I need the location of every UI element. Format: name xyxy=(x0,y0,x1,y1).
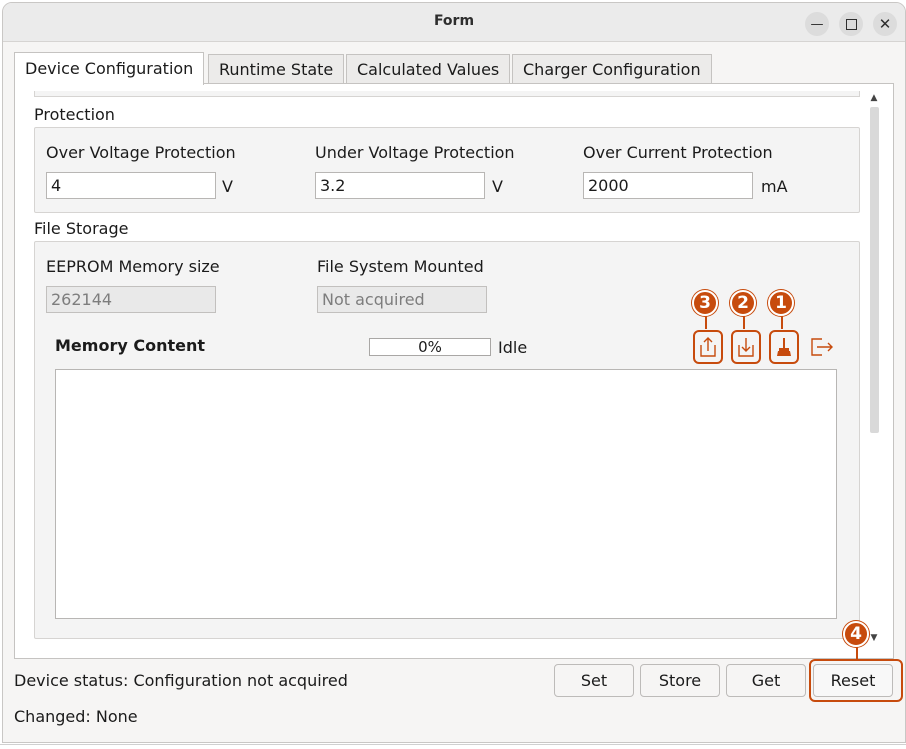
tab-device-configuration[interactable]: Device Configuration xyxy=(14,52,205,85)
annotation-badge-3: 3 xyxy=(692,290,718,316)
scroll-down-arrow[interactable]: ▼ xyxy=(867,631,881,645)
form-window: Form — ✕ Device Configuration Runtime St… xyxy=(2,2,906,743)
title-bar: Form — ✕ xyxy=(3,3,905,42)
download-icon xyxy=(738,338,754,357)
vertical-scrollbar[interactable]: ▲ ▼ xyxy=(867,91,881,647)
changed-text: Changed: None xyxy=(14,707,138,726)
over-current-unit: mA xyxy=(761,177,788,196)
scroll-thumb[interactable] xyxy=(870,107,879,433)
tab-calculated-values[interactable]: Calculated Values xyxy=(346,54,511,84)
window-title: Form xyxy=(433,13,475,29)
under-voltage-input[interactable]: 3.2 xyxy=(315,172,485,199)
fs-mounted-field: Not acquired xyxy=(317,286,487,313)
close-icon: ✕ xyxy=(878,14,892,33)
over-voltage-input[interactable]: 4 xyxy=(46,172,216,199)
export-icon xyxy=(811,338,833,356)
annotation-connector xyxy=(705,315,707,329)
broom-icon xyxy=(777,338,791,356)
set-button[interactable]: Set xyxy=(554,664,634,697)
tab-charger-configuration[interactable]: Charger Configuration xyxy=(512,54,712,84)
maximize-icon xyxy=(845,18,857,30)
previous-group-edge xyxy=(34,91,860,97)
store-button[interactable]: Store xyxy=(640,664,720,697)
memory-content-area[interactable] xyxy=(55,369,837,619)
upload-icon xyxy=(700,337,716,357)
annotation-badge-1: 1 xyxy=(768,290,794,316)
memory-progress-text: 0% xyxy=(418,338,442,356)
memory-progress-status: Idle xyxy=(498,338,528,357)
fs-mounted-label: File System Mounted xyxy=(317,257,484,276)
minimize-icon: — xyxy=(810,16,824,32)
protection-title: Protection xyxy=(34,105,115,124)
scroll-up-arrow[interactable]: ▲ xyxy=(867,91,881,105)
maximize-button[interactable] xyxy=(839,12,863,36)
clear-memory-button[interactable] xyxy=(769,330,799,364)
export-button[interactable] xyxy=(807,330,837,364)
annotation-connector xyxy=(743,315,745,329)
device-status-text: Device status: Configuration not acquire… xyxy=(14,671,348,690)
background-divider xyxy=(0,744,906,745)
tab-runtime-state[interactable]: Runtime State xyxy=(208,54,345,84)
annotation-connector xyxy=(856,645,858,659)
eeprom-size-field: 262144 xyxy=(46,286,216,313)
eeprom-label: EEPROM Memory size xyxy=(46,257,220,276)
annotation-connector xyxy=(781,315,783,329)
get-button[interactable]: Get xyxy=(726,664,806,697)
annotation-badge-4: 4 xyxy=(843,621,869,647)
file-storage-title: File Storage xyxy=(34,219,129,238)
upload-button[interactable] xyxy=(693,330,723,364)
reset-button[interactable]: Reset xyxy=(813,664,893,697)
memory-content-label: Memory Content xyxy=(55,336,205,355)
scroll-area[interactable]: Protection Over Voltage Protection 4 V U… xyxy=(24,91,868,647)
over-current-input[interactable]: 2000 xyxy=(583,172,753,199)
minimize-button[interactable]: — xyxy=(805,12,829,36)
memory-progress-bar: 0% xyxy=(369,338,491,356)
over-voltage-unit: V xyxy=(222,177,233,196)
annotation-badge-2: 2 xyxy=(730,290,756,316)
under-voltage-unit: V xyxy=(492,177,503,196)
protection-group xyxy=(34,127,860,213)
under-voltage-label: Under Voltage Protection xyxy=(315,143,515,162)
close-button[interactable]: ✕ xyxy=(873,12,897,36)
download-button[interactable] xyxy=(731,330,761,364)
over-current-label: Over Current Protection xyxy=(583,143,773,162)
over-voltage-label: Over Voltage Protection xyxy=(46,143,236,162)
